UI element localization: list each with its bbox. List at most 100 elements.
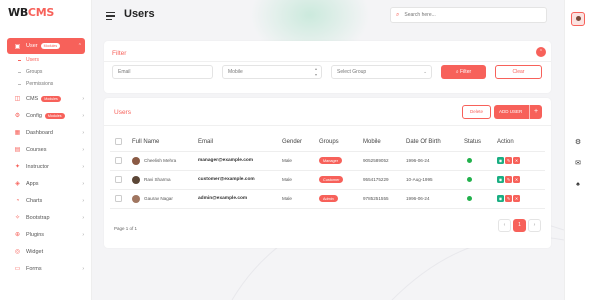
page-info: Page 1 of 1 (114, 226, 138, 231)
sidebar: WBCMS ▣ User Modules ⌃ Users Groups Perm… (0, 0, 92, 300)
avatar (132, 175, 140, 184)
apps-icon: ◈ (15, 181, 20, 187)
right-rail: ⚙ ✉ ♠ (564, 0, 590, 300)
config-icon: ⚙ (14, 113, 21, 119)
chevron-right-icon: › (82, 146, 84, 153)
sidebar-item-config[interactable]: ⚙ Config Modules › (0, 107, 92, 124)
email-cell: admin@example.com (198, 189, 282, 209)
status-active-icon (467, 176, 472, 182)
column-header[interactable]: Mobile (363, 134, 406, 152)
edit-icon[interactable]: ✎ (505, 157, 512, 164)
sidebar-item-charts[interactable]: ◔ Charts › (0, 192, 92, 209)
chevron-right-icon: › (82, 197, 84, 204)
row-checkbox[interactable] (115, 175, 122, 183)
column-header[interactable]: Email (198, 134, 282, 152)
column-header: Action (497, 134, 545, 152)
view-icon[interactable]: ◉ (497, 157, 504, 164)
sidebar-subitem-permissions[interactable]: Permissions (0, 78, 92, 90)
chevron-right-icon: › (82, 163, 84, 170)
chevron-right-icon: › (82, 129, 84, 136)
instructor-icon: ✦ (14, 164, 21, 170)
add-user-button[interactable]: ADD USER + (494, 105, 542, 119)
search-input[interactable] (404, 12, 535, 18)
sidebar-item-widget[interactable]: ◎ Widget (0, 243, 92, 260)
delete-button[interactable]: Delete (462, 105, 491, 119)
plus-icon[interactable]: + (529, 105, 542, 119)
collapse-chevron-icon[interactable]: ⌃ (536, 47, 546, 57)
next-page-button[interactable]: › (528, 219, 541, 232)
menu-toggle-icon[interactable] (106, 12, 115, 22)
sidebar-item-courses[interactable]: ▤ Courses › (0, 141, 92, 158)
group-badge: Customer (319, 176, 344, 183)
table-row: Ravi Sharma customer@example.com Male Cu… (110, 170, 545, 190)
email-cell: manager@example.com (198, 151, 282, 171)
sidebar-item-instructor[interactable]: ✦ Instructor › (0, 158, 92, 175)
chevron-right-icon: › (82, 112, 84, 119)
column-header[interactable]: Status (464, 134, 497, 152)
search-icon: ⌕ (455, 69, 459, 75)
sidebar-item-bootstrap[interactable]: ✧ Bootstrap › (0, 209, 92, 226)
avatar (132, 156, 140, 165)
filter-card: Filter ⌃ Email Mobile ▴ ▾ Select Group ⌄ … (104, 41, 551, 93)
page-title: Users (124, 8, 155, 20)
filter-title: Filter (112, 50, 127, 57)
forms-icon: ▭ (14, 266, 21, 272)
sidebar-subitem-groups[interactable]: Groups (0, 66, 92, 78)
bootstrap-icon: ✧ (14, 215, 21, 221)
modules-badge: Modules (40, 43, 61, 49)
courses-icon: ▤ (14, 147, 21, 153)
clear-button[interactable]: Clear (495, 65, 542, 79)
sidebar-item-apps[interactable]: ◈ Apps › (0, 175, 92, 192)
email-field[interactable]: Email (112, 65, 213, 79)
sidebar-item-plugins[interactable]: ⊕ Plugins › (0, 226, 92, 243)
column-header[interactable]: Date Of Birth (406, 134, 464, 152)
group-select[interactable]: Select Group ⌄ (331, 65, 432, 79)
chevron-right-icon: › (82, 95, 84, 102)
bell-icon[interactable]: ♠ (574, 181, 582, 189)
row-checkbox[interactable] (115, 156, 122, 164)
column-header[interactable]: Gender (282, 134, 319, 152)
app-logo[interactable]: WBCMS (8, 6, 54, 19)
sidebar-subitem-users[interactable]: Users (0, 54, 92, 66)
trash-icon[interactable]: ✕ (513, 176, 520, 183)
sidebar-item-cms[interactable]: ◫ CMS Modules › (0, 90, 92, 107)
trash-icon[interactable]: ✕ (513, 195, 520, 202)
page-button[interactable]: 1 (513, 219, 526, 232)
view-icon[interactable]: ◉ (497, 176, 504, 183)
search-box[interactable]: ⌕ (390, 7, 547, 23)
filter-button[interactable]: ⌕ Filter (441, 65, 486, 79)
widget-icon: ◎ (14, 249, 21, 255)
chevron-up-icon: ⌃ (77, 43, 82, 49)
avatar (132, 194, 140, 203)
view-icon[interactable]: ◉ (497, 195, 504, 202)
sidebar-item-forms[interactable]: ▭ Forms › (0, 260, 92, 277)
gear-icon[interactable]: ⚙ (574, 139, 582, 147)
edit-icon[interactable]: ✎ (505, 176, 512, 183)
users-title: Users (114, 109, 131, 116)
modules-badge: Modules (41, 95, 61, 102)
chevron-right-icon: › (82, 231, 84, 238)
plugins-icon: ⊕ (14, 232, 21, 238)
trash-icon[interactable]: ✕ (513, 157, 520, 164)
avatar[interactable] (571, 12, 585, 26)
column-header[interactable]: Groups (319, 134, 363, 152)
sidebar-menu: ▣ User Modules ⌃ Users Groups Permission… (0, 38, 92, 277)
message-icon[interactable]: ✉ (574, 160, 582, 168)
prev-page-button[interactable]: ‹ (498, 219, 511, 232)
group-badge: Manager (319, 157, 342, 164)
row-checkbox[interactable] (115, 194, 122, 202)
users-table: Full Name Email Gender Groups Mobile Dat… (110, 134, 545, 209)
group-badge: Admin (319, 195, 338, 202)
status-active-icon (467, 157, 472, 163)
search-icon: ⌕ (396, 11, 400, 18)
dashboard-icon: ▦ (14, 130, 21, 136)
column-header[interactable]: Full Name (132, 134, 198, 152)
chevron-right-icon: › (82, 214, 84, 221)
select-all-checkbox[interactable] (115, 137, 122, 145)
sidebar-item-user[interactable]: ▣ User Modules ⌃ (7, 38, 85, 54)
stepper-icon: ▴ ▾ (314, 66, 317, 77)
mobile-field[interactable]: Mobile ▴ ▾ (222, 65, 322, 79)
table-row: Gaurav Nagar admin@example.com Male Admi… (110, 189, 545, 209)
edit-icon[interactable]: ✎ (505, 195, 512, 202)
sidebar-item-dashboard[interactable]: ▦ Dashboard › (0, 124, 92, 141)
